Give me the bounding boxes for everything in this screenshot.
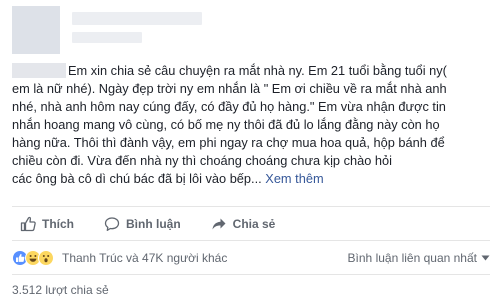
sort-label: Bình luận liên quan nhất xyxy=(347,250,477,265)
like-label: Thích xyxy=(42,217,74,231)
author-name-redacted[interactable] xyxy=(72,12,202,25)
comment-icon xyxy=(104,217,120,231)
caret-down-icon xyxy=(481,255,490,260)
comment-button[interactable]: Bình luận xyxy=(104,216,181,232)
reaction-summary[interactable]: Thanh Trúc và 47K người khác xyxy=(62,251,227,265)
post-line: chiều còn đi. Vừa đến nhà ny thì choáng … xyxy=(12,153,392,168)
timestamp-redacted xyxy=(72,32,142,43)
divider xyxy=(12,206,490,207)
share-count[interactable]: 3.512 lượt chia sẻ xyxy=(12,283,109,297)
share-label: Chia sẻ xyxy=(232,217,276,231)
like-button[interactable]: Thích xyxy=(20,216,74,232)
redacted-name xyxy=(12,63,66,78)
thumbs-up-icon xyxy=(20,216,36,232)
post-line: các ông bà cô dì chú bác đã bị lôi vào b… xyxy=(12,171,324,186)
wow-reaction-icon xyxy=(38,249,54,266)
comment-sort-dropdown[interactable]: Bình luận liên quan nhất xyxy=(348,251,490,265)
action-bar: Thích Bình luận Chia sẻ xyxy=(12,208,490,240)
comment-label: Bình luận xyxy=(126,217,181,231)
share-button[interactable]: Chia sẻ xyxy=(211,216,276,232)
post-line: nhé, nhà anh hôm nay cúng đấy, có đầy đủ… xyxy=(12,99,446,114)
post-line: Em xin chia sẻ câu chuyện ra mắt nhà ny.… xyxy=(12,62,494,80)
post-text: Em xin chia sẻ câu chuyện ra mắt nhà ny.… xyxy=(12,62,494,188)
post-line: nhắn hoang mang vô cùng, có bố mẹ ny thô… xyxy=(12,117,440,132)
reactions-bar: Thanh Trúc và 47K người khác Bình luận l… xyxy=(12,241,490,274)
avatar[interactable] xyxy=(12,6,60,54)
post-line: em là nữ nhé). Ngày đẹp trời ny em nhắn … xyxy=(12,81,447,96)
post-line: hàng nữa. Thôi thì đành vậy, em phi ngay… xyxy=(12,135,445,150)
divider xyxy=(12,274,490,275)
reaction-icons[interactable] xyxy=(12,249,54,266)
share-arrow-icon xyxy=(212,218,226,230)
post-header xyxy=(12,6,492,54)
see-more-link[interactable]: Xem thêm xyxy=(265,171,323,186)
